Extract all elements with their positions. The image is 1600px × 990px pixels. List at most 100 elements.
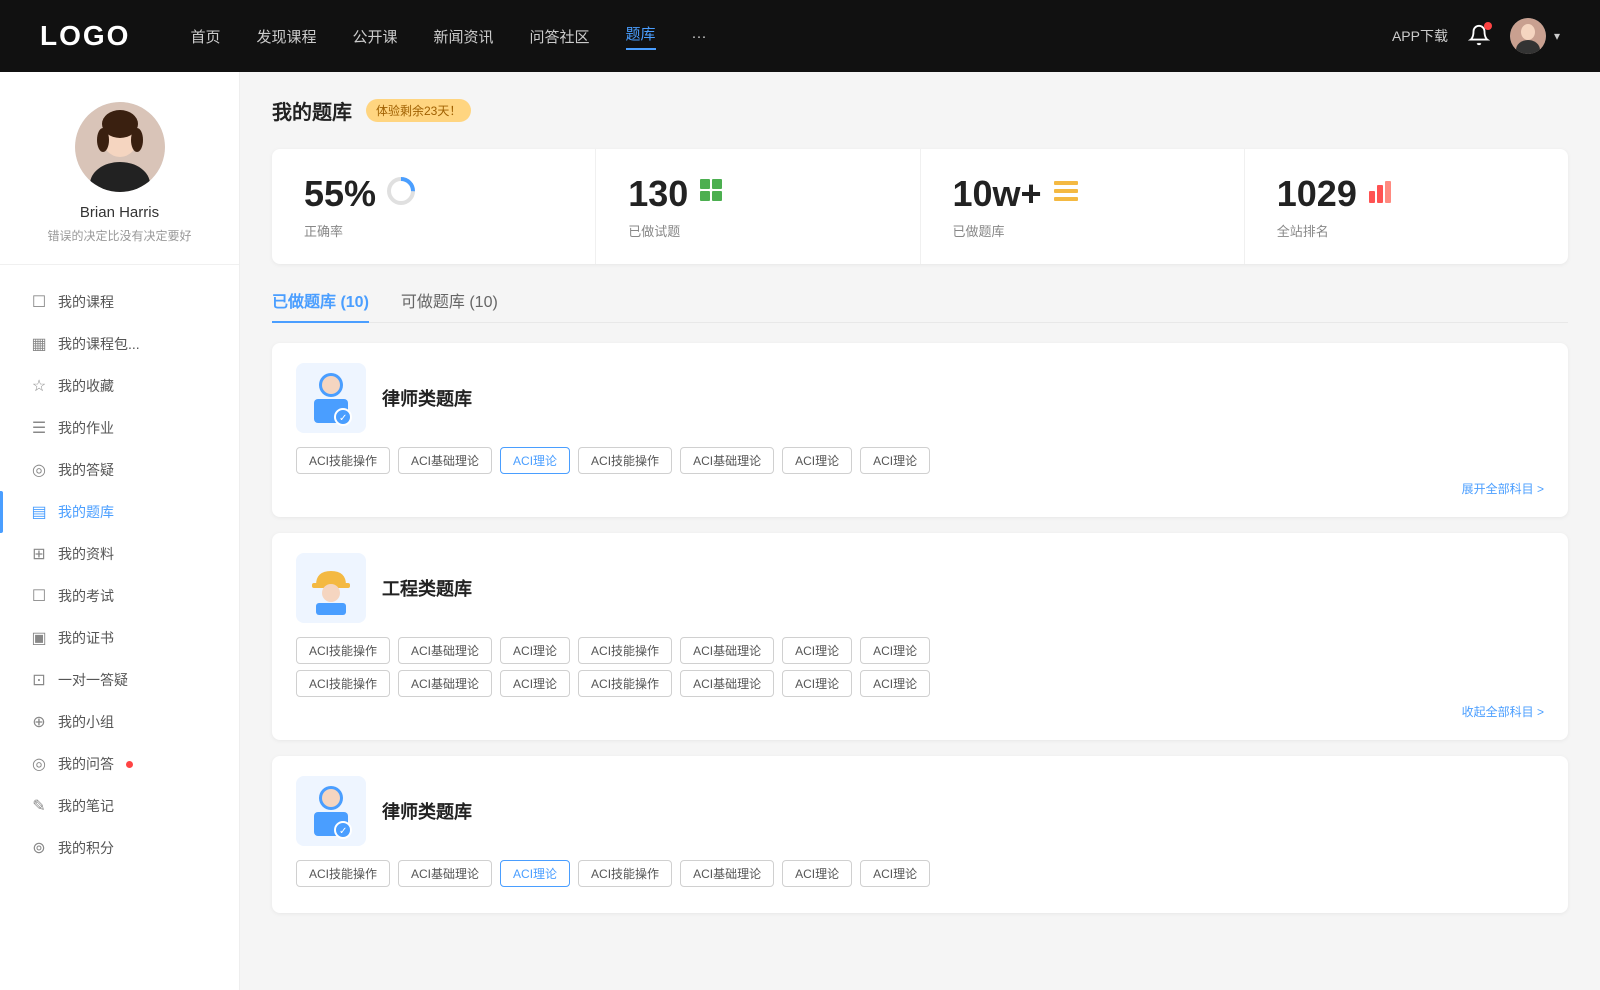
tag-item[interactable]: ACI基础理论 [680, 860, 774, 887]
tab-available-banks[interactable]: 可做题库 (10) [401, 288, 498, 322]
bank-card-lawyer1: ✓ 律师类题库 ACI技能操作 ACI基础理论 ACI理论 ACI技能操作 AC… [272, 343, 1568, 517]
bank-name-lawyer1: 律师类题库 [382, 385, 472, 411]
nav-discover[interactable]: 发现课程 [256, 26, 316, 47]
nav-home[interactable]: 首页 [190, 26, 220, 47]
tag-item[interactable]: ACI理论 [860, 670, 930, 697]
user-avatar-dropdown[interactable]: ▾ [1510, 18, 1560, 54]
sidebar-item-homework[interactable]: ☰ 我的作业 [0, 407, 239, 449]
bank-card-lawyer1-header: ✓ 律师类题库 [296, 363, 1544, 433]
sidebar-item-certificates[interactable]: ▣ 我的证书 [0, 617, 239, 659]
rank-label: 全站排名 [1277, 221, 1536, 240]
stat-correct-rate: 55% 正确率 [272, 149, 596, 264]
tag-item[interactable]: ACI理论 [782, 860, 852, 887]
bank-card-engineer1-header: 工程类题库 [296, 553, 1544, 623]
profile-avatar [75, 102, 165, 192]
tag-item[interactable]: ACI理论 [782, 447, 852, 474]
sidebar-item-qa[interactable]: ◎ 我的答疑 [0, 449, 239, 491]
nav-more[interactable]: ··· [692, 28, 707, 45]
tag-item[interactable]: ACI基础理论 [398, 447, 492, 474]
rank-value: 1029 [1277, 173, 1357, 215]
star-icon: ☆ [30, 376, 48, 396]
trial-badge: 体验剩余23天！ [366, 99, 471, 122]
tag-item[interactable]: ACI技能操作 [578, 860, 672, 887]
sidebar-item-groups[interactable]: ⊕ 我的小组 [0, 701, 239, 743]
tag-item[interactable]: ACI基础理论 [398, 637, 492, 664]
tag-item[interactable]: ACI技能操作 [578, 637, 672, 664]
app-download-link[interactable]: APP下载 [1392, 26, 1448, 46]
collapse-engineer1-link[interactable]: 收起全部科目 > [296, 703, 1544, 720]
done-banks-label: 已做题库 [953, 221, 1212, 240]
correct-rate-label: 正确率 [304, 221, 563, 240]
sidebar-item-my-questions[interactable]: ◎ 我的问答 [0, 743, 239, 785]
tag-item-active[interactable]: ACI理论 [500, 447, 570, 474]
tag-item[interactable]: ACI技能操作 [296, 860, 390, 887]
tag-item[interactable]: ACI基础理论 [680, 447, 774, 474]
stat-done-questions: 130 已做试题 [596, 149, 920, 264]
sidebar-item-points[interactable]: ⊚ 我的积分 [0, 827, 239, 869]
sidebar-item-question-bank[interactable]: ▤ 我的题库 [0, 491, 239, 533]
avatar [1510, 18, 1546, 54]
done-questions-label: 已做试题 [628, 221, 887, 240]
done-banks-value: 10w+ [953, 173, 1042, 215]
stat-done-banks: 10w+ 已做题库 [921, 149, 1245, 264]
pie-chart-icon [386, 176, 416, 213]
sidebar-item-favorites[interactable]: ☆ 我的收藏 [0, 365, 239, 407]
sidebar-item-one-on-one[interactable]: ⊡ 一对一答疑 [0, 659, 239, 701]
stats-row: 55% 正确率 130 [272, 149, 1568, 264]
sidebar-profile: Brian Harris 错误的决定比没有决定要好 [0, 102, 239, 265]
lawyer2-tags: ACI技能操作 ACI基础理论 ACI理论 ACI技能操作 ACI基础理论 AC… [296, 860, 1544, 887]
question-icon: ◎ [30, 460, 48, 480]
nav-question-bank[interactable]: 题库 [626, 23, 656, 50]
points-icon: ⊚ [30, 838, 48, 858]
nav-menu: 首页 发现课程 公开课 新闻资讯 问答社区 题库 ··· [190, 23, 1392, 50]
lawyer2-icon: ✓ [306, 784, 356, 839]
notification-bell-icon[interactable] [1468, 24, 1490, 49]
sidebar-item-my-courses[interactable]: ☐ 我的课程 [0, 281, 239, 323]
nav-qa[interactable]: 问答社区 [530, 26, 590, 47]
lawyer-icon: ✓ [306, 371, 356, 426]
logo[interactable]: LOGO [40, 20, 130, 52]
tag-item[interactable]: ACI理论 [860, 637, 930, 664]
tag-item-active[interactable]: ACI理论 [500, 860, 570, 887]
main-wrapper: Brian Harris 错误的决定比没有决定要好 ☐ 我的课程 ▦ 我的课程包… [0, 72, 1600, 990]
clipboard-icon: ☰ [30, 418, 48, 438]
tag-item[interactable]: ACI理论 [782, 637, 852, 664]
svg-text:✓: ✓ [339, 826, 347, 837]
sidebar-item-materials[interactable]: ⊞ 我的资料 [0, 533, 239, 575]
sidebar-item-course-packages[interactable]: ▦ 我的课程包... [0, 323, 239, 365]
tag-item[interactable]: ACI理论 [500, 637, 570, 664]
tag-item[interactable]: ACI理论 [860, 860, 930, 887]
tag-item[interactable]: ACI技能操作 [296, 637, 390, 664]
sidebar-item-exams[interactable]: ☐ 我的考试 [0, 575, 239, 617]
bank-name-lawyer2: 律师类题库 [382, 798, 472, 824]
tag-item[interactable]: ACI技能操作 [296, 670, 390, 697]
sidebar: Brian Harris 错误的决定比没有决定要好 ☐ 我的课程 ▦ 我的课程包… [0, 72, 240, 990]
expand-lawyer1-link[interactable]: 展开全部科目 > [296, 480, 1544, 497]
tag-item[interactable]: ACI技能操作 [578, 447, 672, 474]
tag-item[interactable]: ACI基础理论 [680, 637, 774, 664]
tag-item[interactable]: ACI理论 [782, 670, 852, 697]
people-icon: ⊞ [30, 544, 48, 564]
group-icon: ⊕ [30, 712, 48, 732]
nav-open-course[interactable]: 公开课 [352, 26, 397, 47]
engineer1-tags-row2: ACI技能操作 ACI基础理论 ACI理论 ACI技能操作 ACI基础理论 AC… [296, 670, 1544, 697]
bank-card-lawyer2-header: ✓ 律师类题库 [296, 776, 1544, 846]
notes-icon: ✎ [30, 796, 48, 816]
sidebar-item-notes[interactable]: ✎ 我的笔记 [0, 785, 239, 827]
tag-item[interactable]: ACI技能操作 [578, 670, 672, 697]
certificate-icon: ▣ [30, 628, 48, 648]
tag-item[interactable]: ACI理论 [500, 670, 570, 697]
tag-item[interactable]: ACI基础理论 [398, 670, 492, 697]
tag-item[interactable]: ACI基础理论 [398, 860, 492, 887]
tag-item[interactable]: ACI理论 [860, 447, 930, 474]
stat-rank: 1029 全站排名 [1245, 149, 1568, 264]
bar-chart-icon: ▦ [30, 334, 48, 354]
tab-done-banks[interactable]: 已做题库 (10) [272, 288, 369, 322]
lawyer1-tags: ACI技能操作 ACI基础理论 ACI理论 ACI技能操作 ACI基础理论 AC… [296, 447, 1544, 474]
lawyer2-bank-icon-wrap: ✓ [296, 776, 366, 846]
nav-news[interactable]: 新闻资讯 [434, 26, 494, 47]
exam-icon: ☐ [30, 586, 48, 606]
tag-item[interactable]: ACI技能操作 [296, 447, 390, 474]
question2-icon: ◎ [30, 754, 48, 774]
tag-item[interactable]: ACI基础理论 [680, 670, 774, 697]
